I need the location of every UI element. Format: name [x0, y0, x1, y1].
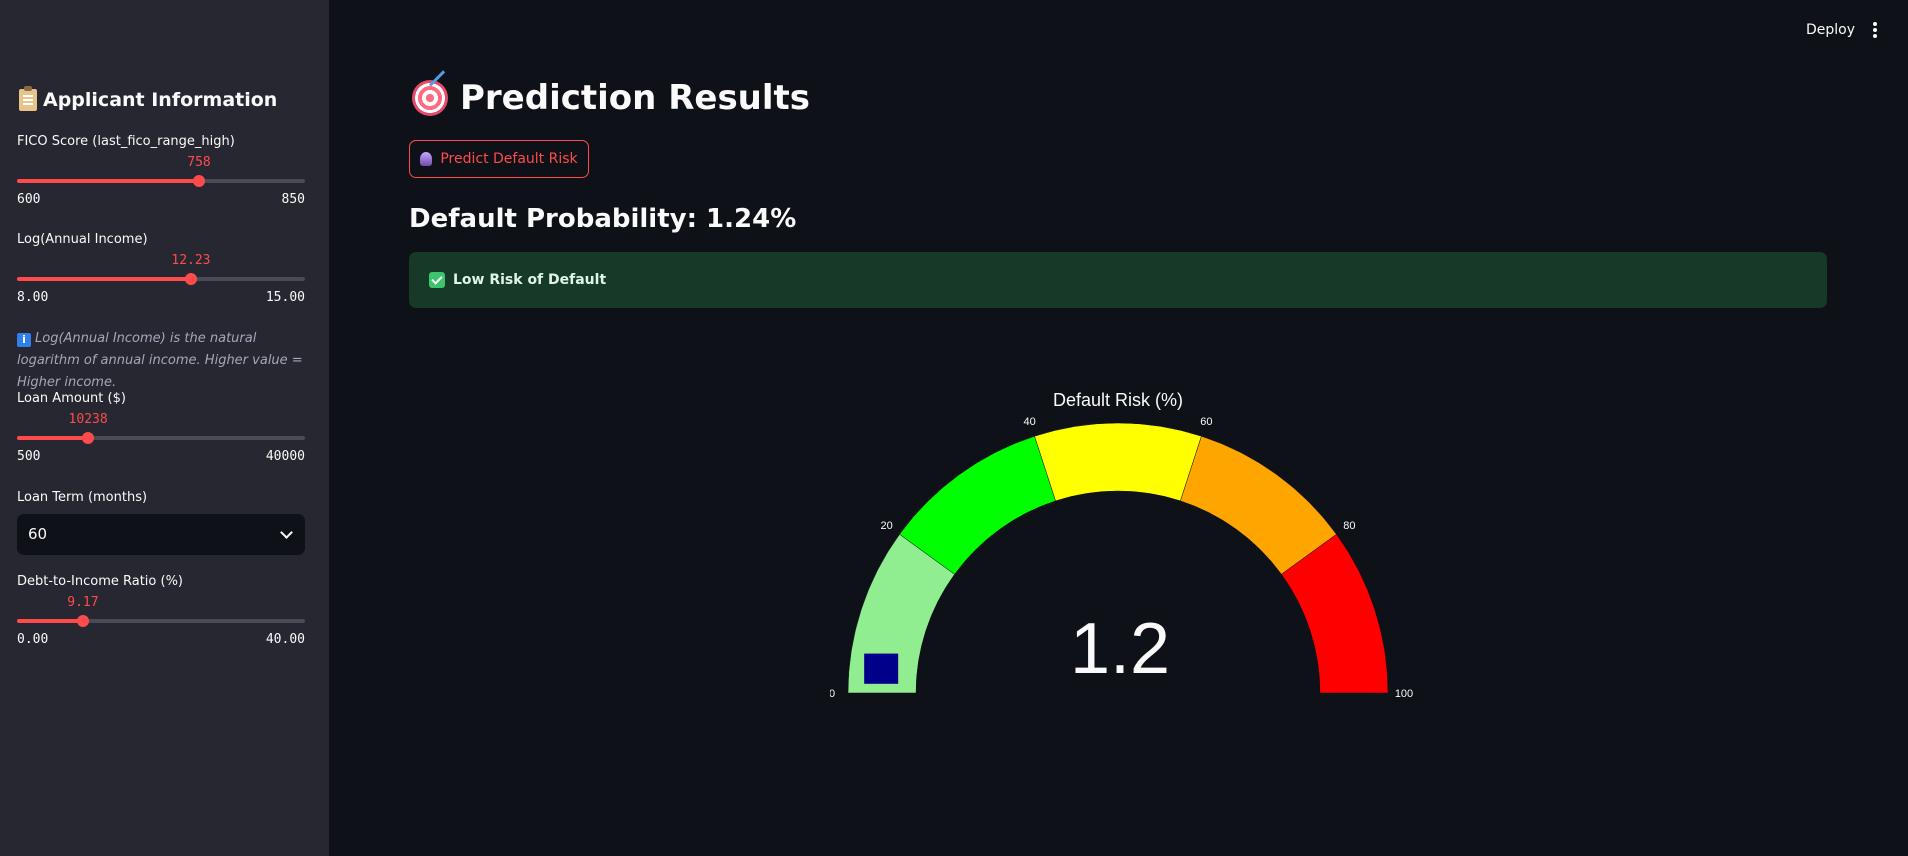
- info-text: Log(Annual Income) is the natural logari…: [17, 331, 303, 390]
- slider-max: 40.00: [265, 632, 305, 647]
- gauge-band-2: [1034, 422, 1202, 502]
- deploy-button[interactable]: Deploy: [1806, 22, 1855, 38]
- dti-slider[interactable]: 9.17 0.00 40.00: [17, 595, 305, 647]
- slider-thumb[interactable]: [82, 432, 95, 444]
- term-label: Loan Term (months): [17, 490, 148, 505]
- fico-label: FICO Score (last_fico_range_high): [17, 134, 235, 149]
- crystal-ball-icon: [420, 152, 433, 166]
- check-icon: [429, 272, 445, 288]
- slider-min: 500: [17, 449, 41, 464]
- risk-gauge: Default Risk (%) 0 20 40 60 80 100 1.2: [830, 390, 1413, 700]
- slider-max: 15.00: [265, 290, 305, 305]
- risk-alert-text: Low Risk of Default: [453, 272, 607, 288]
- slider-thumb[interactable]: [184, 273, 197, 285]
- sidebar-title-text: Applicant Information: [43, 89, 278, 111]
- gauge-title: Default Risk (%): [1053, 390, 1183, 410]
- predict-button[interactable]: Predict Default Risk: [409, 140, 589, 178]
- gauge-value-bar: [864, 653, 899, 684]
- slider-min: 600: [17, 192, 41, 207]
- chevron-down-icon: [280, 526, 293, 539]
- slider-max: 40000: [265, 449, 305, 464]
- slider-value: 9.17: [67, 595, 99, 610]
- clipboard-icon: [19, 86, 37, 111]
- fico-slider[interactable]: 758 600 850: [17, 155, 305, 207]
- predict-button-label: Predict Default Risk: [440, 151, 578, 167]
- slider-fill: [17, 619, 83, 623]
- slider-max: 850: [281, 192, 305, 207]
- slider-fill: [17, 179, 200, 183]
- income-slider[interactable]: 12.23 8.00 15.00: [17, 253, 305, 305]
- target-icon: [412, 80, 448, 116]
- info-icon: i: [17, 333, 31, 347]
- slider-fill: [17, 277, 191, 281]
- loan-label: Loan Amount ($): [17, 391, 126, 406]
- slider-thumb[interactable]: [76, 615, 89, 627]
- default-probability: Default Probability: 1.24%: [409, 204, 797, 234]
- income-label: Log(Annual Income): [17, 232, 148, 247]
- page-title: Prediction Results: [412, 78, 810, 118]
- gauge-tick-label: 0: [830, 688, 835, 700]
- term-select[interactable]: 60: [17, 514, 305, 555]
- loan-slider[interactable]: 10238 500 40000: [17, 412, 305, 464]
- slider-fill: [17, 436, 89, 440]
- gauge-tick-label: 40: [1023, 416, 1035, 428]
- gauge-tick-label: 80: [1343, 520, 1355, 532]
- slider-thumb[interactable]: [193, 175, 206, 187]
- term-value: 60: [28, 525, 48, 543]
- income-info: i Log(Annual Income) is the natural logar…: [17, 328, 309, 394]
- gauge-value: 1.2: [1070, 609, 1170, 689]
- page-title-text: Prediction Results: [460, 78, 811, 118]
- slider-value: 12.23: [171, 253, 211, 268]
- dti-label: Debt-to-Income Ratio (%): [17, 574, 184, 589]
- slider-min: 0.00: [17, 632, 49, 647]
- more-menu-icon[interactable]: [1872, 22, 1878, 38]
- gauge-tick-label: 20: [880, 520, 892, 532]
- gauge-tick-label: 100: [1395, 688, 1413, 700]
- sidebar: Applicant Information FICO Score (last_f…: [0, 0, 329, 856]
- gauge-tick-label: 60: [1200, 416, 1212, 428]
- risk-alert: Low Risk of Default: [409, 252, 1827, 308]
- slider-min: 8.00: [17, 290, 49, 305]
- slider-value: 10238: [68, 412, 108, 427]
- sidebar-title: Applicant Information: [19, 86, 278, 111]
- slider-value: 758: [187, 155, 211, 170]
